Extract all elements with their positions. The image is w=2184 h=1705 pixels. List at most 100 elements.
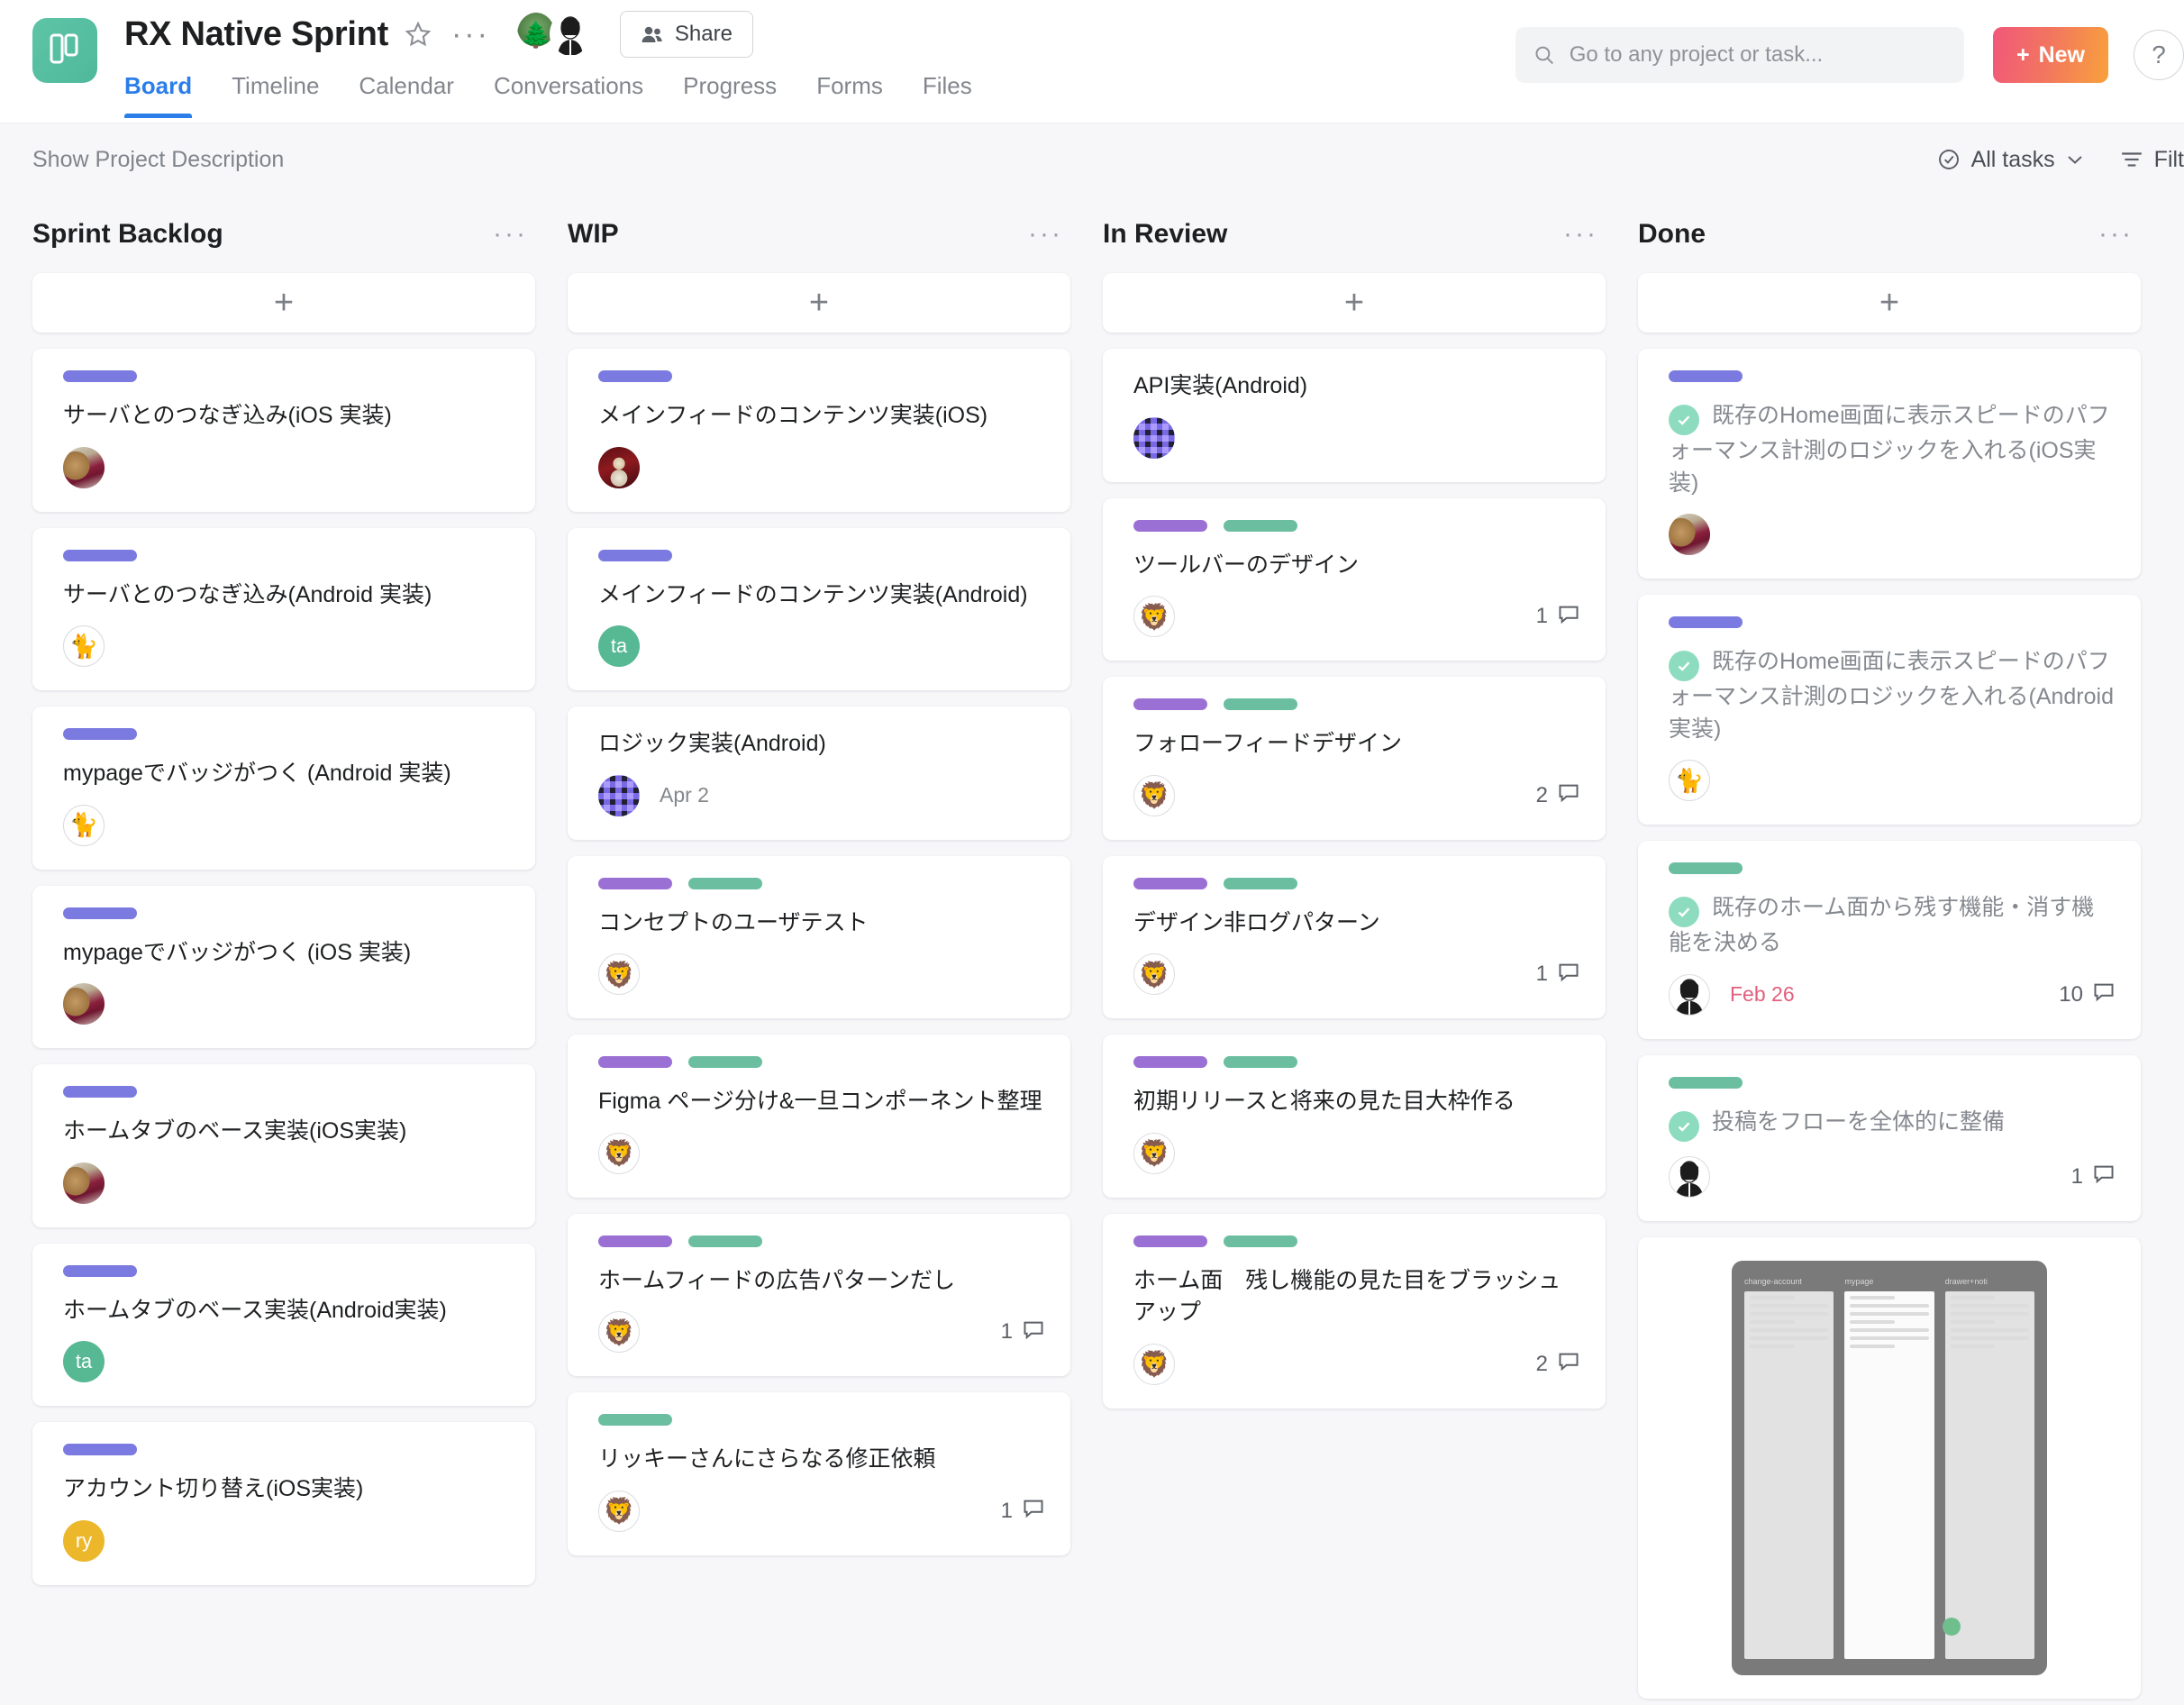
task-card[interactable]: 既存のホーム面から残す機能・消す機能を決める Feb 26 10 [1638, 841, 2141, 1039]
task-title: 既存のHome画面に表示スピードのパフォーマンス計測のロジックを入れる(Andr… [1669, 649, 2114, 742]
tag-indigo [63, 549, 137, 561]
column-menu-icon[interactable]: ··· [1028, 221, 1063, 248]
help-button[interactable]: ? [2134, 30, 2184, 80]
card-footer-left [1669, 1155, 1710, 1198]
avatar: 🦁 [1133, 1132, 1175, 1174]
task-card[interactable]: ツールバーのデザイン 🦁 1 [1103, 497, 1606, 661]
mockup-fab-icon [1943, 1617, 1961, 1636]
due-date[interactable]: Feb 26 [1730, 982, 1795, 1007]
new-button[interactable]: + New [1992, 27, 2108, 83]
search-input[interactable] [1569, 42, 1946, 68]
task-card-with-thumbnail[interactable]: change-account mypage drawer+noti [1638, 1236, 2141, 1699]
task-card[interactable]: ホーム面 残し機能の見た目をブラッシュアップ 🦁 2 [1103, 1213, 1606, 1409]
search-box[interactable] [1515, 27, 1964, 83]
show-project-description-button[interactable]: Show Project Description [32, 147, 284, 173]
card-footer-left: 🦁 [1133, 596, 1175, 637]
design-mockup-thumbnail: change-account mypage drawer+noti [1732, 1260, 2047, 1675]
task-card[interactable]: アカウント切り替え(iOS実装) ry [32, 1422, 535, 1585]
comment-count-value: 1 [1535, 962, 1548, 986]
task-card[interactable]: ホームタブのベース実装(Android実装) ta [32, 1243, 535, 1406]
task-card[interactable]: API実装(Android) [1103, 349, 1606, 482]
mockup-line [1950, 1319, 1996, 1324]
comment-count-value: 10 [2059, 981, 2083, 1007]
task-card[interactable]: サーバとのつなぎ込み(Android 実装) 🐈 [32, 527, 535, 690]
all-tasks-filter[interactable]: All tasks [1937, 147, 2084, 173]
task-card[interactable]: 既存のHome画面に表示スピードのパフォーマンス計測のロジックを入れる(Andr… [1638, 595, 2141, 825]
column-title: In Review [1103, 219, 1228, 249]
task-card[interactable]: mypageでバッジがつく (Android 実装) 🐈 [32, 707, 535, 870]
task-card[interactable]: 投稿をフローを全体的に整備 1 [1638, 1054, 2141, 1221]
tab-conversations[interactable]: Conversations [494, 63, 643, 118]
task-card[interactable]: サーバとのつなぎ込み(iOS 実装) [32, 349, 535, 512]
task-card[interactable]: フォローフィードデザイン 🦁 2 [1103, 677, 1606, 840]
tab-timeline[interactable]: Timeline [232, 63, 319, 118]
card-footer: 🐈 [63, 804, 510, 846]
avatar: 🦁 [1133, 774, 1175, 816]
add-card-button[interactable]: + [1638, 273, 2141, 333]
add-card-button[interactable]: + [568, 273, 1070, 333]
project-menu-icon[interactable]: ··· [451, 18, 490, 50]
share-button[interactable]: Share [619, 11, 753, 58]
card-footer [1133, 416, 1580, 459]
card-footer-left: 🐈 [63, 804, 105, 846]
star-outline-icon[interactable] [405, 21, 432, 48]
mockup-screen-label: drawer+noti [1944, 1276, 1988, 1286]
add-card-button[interactable]: + [1103, 273, 1606, 333]
tag-indigo [598, 549, 672, 561]
avatar: 🦁 [598, 1311, 640, 1353]
mockup-line [1950, 1295, 1996, 1299]
mockup-screen-2: mypage [1844, 1277, 1934, 1659]
comment-count: 2 [1536, 780, 1580, 810]
tab-files[interactable]: Files [923, 63, 972, 118]
task-card[interactable]: mypageでバッジがつく (iOS 実装) [32, 885, 535, 1048]
card-footer [63, 983, 510, 1025]
tab-forms[interactable]: Forms [816, 63, 883, 118]
comment-count-value: 1 [1000, 1319, 1013, 1344]
task-card[interactable]: 既存のHome画面に表示スピードのパフォーマンス計測のロジックを入れる(iOS実… [1638, 349, 2141, 579]
column-menu-icon[interactable]: ··· [1563, 221, 1598, 248]
mockup-screen-image [1744, 1290, 1834, 1659]
tag-purple [1133, 698, 1207, 710]
task-title: Figma ページ分け&一旦コンポーネント整理 [598, 1089, 1042, 1114]
comment-count: 1 [1536, 960, 1580, 989]
card-footer-left [1133, 416, 1175, 459]
sub-bar: Show Project Description All tasks Filt [0, 123, 2184, 196]
add-card-button[interactable]: + [32, 273, 535, 333]
avatar [1669, 1155, 1710, 1198]
mockup-line [1750, 1311, 1829, 1316]
card-footer-left [1669, 514, 1710, 555]
task-card[interactable]: ホームタブのベース実装(iOS実装) [32, 1064, 535, 1227]
card-footer: Feb 26 10 [1669, 973, 2116, 1016]
tab-calendar[interactable]: Calendar [359, 63, 454, 118]
task-card[interactable]: メインフィードのコンテンツ実装(Android) ta [568, 527, 1070, 690]
column-menu-icon[interactable]: ··· [2098, 221, 2134, 248]
task-card[interactable]: ロジック実装(Android) Apr 2 [568, 707, 1070, 840]
task-card[interactable]: ホームフィードの広告パターンだし 🦁 1 [568, 1213, 1070, 1376]
tag-list [598, 1056, 1045, 1068]
card-footer-left: 🦁 [598, 1132, 640, 1174]
filter-button[interactable]: Filt [2120, 147, 2184, 173]
avatar [598, 446, 640, 488]
mockup-line [1950, 1344, 1996, 1348]
tag-indigo [63, 1086, 137, 1098]
task-card[interactable]: リッキーさんにさらなる修正依頼 🦁 1 [568, 1392, 1070, 1555]
task-card[interactable]: デザイン非ログパターン 🦁 1 [1103, 855, 1606, 1018]
task-card[interactable]: Figma ページ分け&一旦コンポーネント整理 🦁 [568, 1035, 1070, 1198]
top-bar: RX Native Sprint ··· 🌲 Share Board Timel… [0, 0, 2184, 123]
task-card[interactable]: コンセプトのユーザテスト 🦁 [568, 855, 1070, 1018]
avatar[interactable] [549, 11, 591, 58]
tab-board[interactable]: Board [124, 63, 193, 118]
project-icon[interactable] [32, 18, 97, 83]
task-title: mypageでバッジがつく (Android 実装) [63, 761, 451, 786]
task-title: ホームタブのベース実装(Android実装) [63, 1297, 447, 1323]
due-date[interactable]: Apr 2 [660, 783, 709, 807]
task-card[interactable]: 初期リリースと将来の見た目大枠作る 🦁 [1103, 1035, 1606, 1198]
board-column-done: Done ··· + 既存のHome画面に表示スピードのパフォーマンス計測のロジックを… [1638, 196, 2141, 1705]
avatar: 🦁 [1133, 953, 1175, 995]
task-card[interactable]: メインフィードのコンテンツ実装(iOS) [568, 349, 1070, 512]
column-menu-icon[interactable]: ··· [493, 221, 528, 248]
mockup-line [1850, 1336, 1929, 1340]
completed-check-icon [1669, 1110, 1699, 1142]
comment-count: 1 [1001, 1318, 1045, 1347]
tab-progress[interactable]: Progress [683, 63, 777, 118]
